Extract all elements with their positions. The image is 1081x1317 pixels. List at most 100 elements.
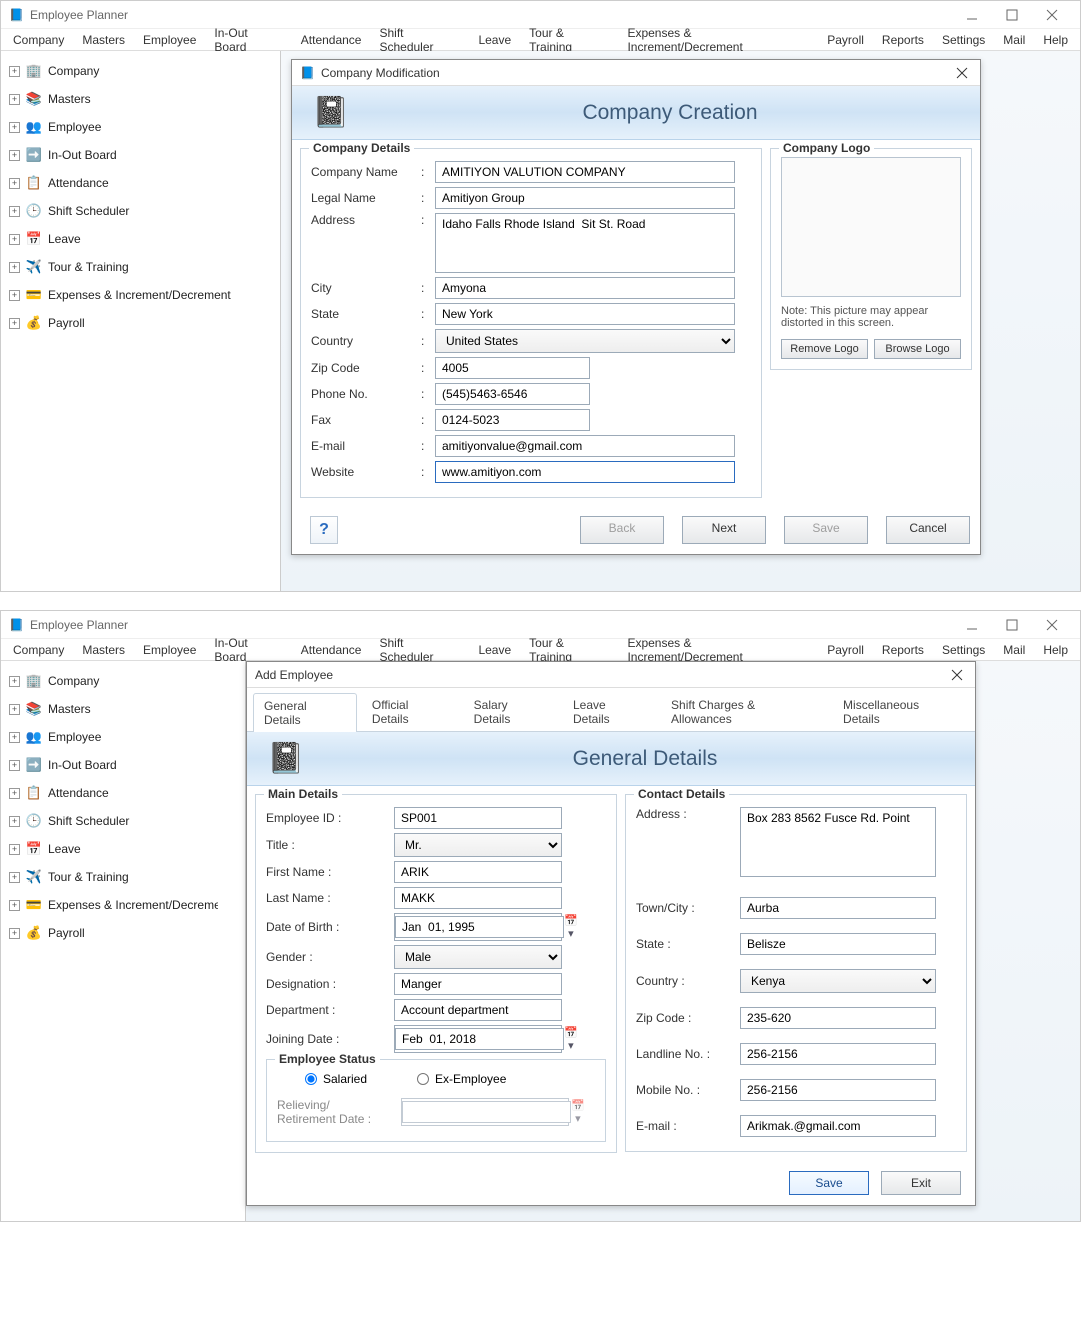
menu-employee[interactable]: Employee [135,641,204,659]
expand-icon[interactable]: + [9,704,20,715]
email-input[interactable] [435,435,735,457]
website-input[interactable] [435,461,735,483]
first-name-input[interactable] [394,861,562,883]
country-select[interactable]: United States [435,329,735,353]
gender-select[interactable]: Male [394,945,562,969]
expand-icon[interactable]: + [9,262,20,273]
contact-address-input[interactable] [740,807,936,877]
tab-salary[interactable]: Salary Details [463,692,558,731]
tree-shift[interactable]: +🕒Shift Scheduler [5,807,241,835]
expand-icon[interactable]: + [9,872,20,883]
landline-input[interactable] [740,1043,936,1065]
tree-tour[interactable]: +✈️Tour & Training [5,253,276,281]
expand-icon[interactable]: + [9,290,20,301]
tree-masters[interactable]: +📚Masters [5,695,241,723]
tree-leave[interactable]: +📅Leave [5,225,276,253]
save-button[interactable]: Save [789,1171,869,1195]
exemployee-radio-input[interactable] [417,1073,429,1085]
tree-attendance[interactable]: +📋Attendance [5,779,241,807]
menu-help[interactable]: Help [1035,641,1076,659]
menu-help[interactable]: Help [1035,31,1076,49]
close-button[interactable] [1032,613,1072,637]
dob-input[interactable] [395,916,564,938]
zip-input[interactable] [435,357,590,379]
tab-shift[interactable]: Shift Charges & Allowances [660,692,828,731]
joining-input[interactable] [395,1028,564,1050]
expand-icon[interactable]: + [9,150,20,161]
calendar-icon[interactable]: 📅▾ [564,1026,578,1052]
minimize-button[interactable] [952,3,992,27]
tree-attendance[interactable]: +📋Attendance [5,169,276,197]
save-button[interactable]: Save [784,516,868,544]
expand-icon[interactable]: + [9,844,20,855]
expand-icon[interactable]: + [9,66,20,77]
tree-employee[interactable]: +👥Employee [5,723,241,751]
close-button[interactable] [1032,3,1072,27]
legal-name-input[interactable] [435,187,735,209]
menu-attendance[interactable]: Attendance [293,641,370,659]
tree-inout[interactable]: +➡️In-Out Board [5,141,276,169]
expand-icon[interactable]: + [9,318,20,329]
expand-icon[interactable]: + [9,234,20,245]
fax-input[interactable] [435,409,590,431]
tree-shift[interactable]: +🕒Shift Scheduler [5,197,276,225]
title-select[interactable]: Mr. [394,833,562,857]
tree-expenses[interactable]: +💳Expenses & Increment/Decremen [5,891,241,919]
cancel-button[interactable]: Cancel [886,516,970,544]
designation-input[interactable] [394,973,562,995]
department-input[interactable] [394,999,562,1021]
menu-reports[interactable]: Reports [874,641,932,659]
next-button[interactable]: Next [682,516,766,544]
tree-payroll[interactable]: +💰Payroll [5,919,241,947]
minimize-button[interactable] [952,613,992,637]
contact-country-select[interactable]: Kenya [740,969,936,993]
menu-mail[interactable]: Mail [995,641,1033,659]
expand-icon[interactable]: + [9,94,20,105]
maximize-button[interactable] [992,3,1032,27]
company-name-input[interactable] [435,161,735,183]
remove-logo-button[interactable]: Remove Logo [781,339,868,359]
dialog-close-button[interactable] [952,63,972,83]
expand-icon[interactable]: + [9,760,20,771]
menu-payroll[interactable]: Payroll [819,31,872,49]
dialog-close-button[interactable] [947,665,967,685]
phone-input[interactable] [435,383,590,405]
tab-official[interactable]: Official Details [361,692,459,731]
state-input[interactable] [435,303,735,325]
menu-settings[interactable]: Settings [934,641,993,659]
mobile-input[interactable] [740,1079,936,1101]
menu-attendance[interactable]: Attendance [293,31,370,49]
tree-employee[interactable]: +👥Employee [5,113,276,141]
last-name-input[interactable] [394,887,562,909]
tab-leave[interactable]: Leave Details [562,692,656,731]
tree-leave[interactable]: +📅Leave [5,835,241,863]
expand-icon[interactable]: + [9,206,20,217]
menu-masters[interactable]: Masters [74,641,133,659]
browse-logo-button[interactable]: Browse Logo [874,339,961,359]
menu-employee[interactable]: Employee [135,31,204,49]
back-button[interactable]: Back [580,516,664,544]
expand-icon[interactable]: + [9,900,20,911]
expand-icon[interactable]: + [9,928,20,939]
expand-icon[interactable]: + [9,732,20,743]
tree-payroll[interactable]: +💰Payroll [5,309,276,337]
tree-tour[interactable]: +✈️Tour & Training [5,863,241,891]
calendar-icon[interactable]: 📅▾ [564,914,578,940]
menu-mail[interactable]: Mail [995,31,1033,49]
contact-email-input[interactable] [740,1115,936,1137]
employee-id-input[interactable] [394,807,562,829]
contact-state-input[interactable] [740,933,936,955]
salaried-radio[interactable]: Salaried [305,1072,367,1086]
help-icon[interactable]: ? [310,516,338,544]
expand-icon[interactable]: + [9,788,20,799]
menu-leave[interactable]: Leave [470,31,519,49]
tab-general[interactable]: General Details [253,693,357,732]
expand-icon[interactable]: + [9,122,20,133]
joining-datepicker[interactable]: 📅▾ [394,1025,562,1053]
contact-zip-input[interactable] [740,1007,936,1029]
menu-company[interactable]: Company [5,31,72,49]
town-input[interactable] [740,897,936,919]
expand-icon[interactable]: + [9,676,20,687]
tree-masters[interactable]: +📚Masters [5,85,276,113]
menu-payroll[interactable]: Payroll [819,641,872,659]
